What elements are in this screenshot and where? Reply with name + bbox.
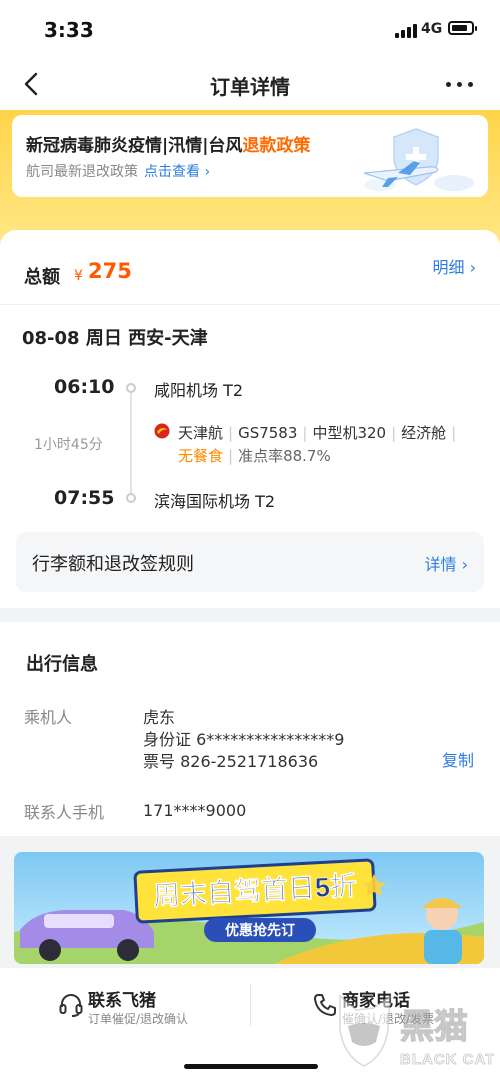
copy-button[interactable]: 复制 — [442, 747, 474, 771]
signal-icon — [395, 24, 417, 38]
travel-info-title: 出行信息 — [26, 654, 98, 675]
refund-policy-link[interactable]: 退款政策 — [242, 136, 310, 156]
flight-extra-line: 无餐食 | 准点率88.7% — [178, 447, 331, 465]
total-label: 总额 — [24, 267, 60, 288]
contact-fliggy-sub: 订单催促/退改确认 — [88, 1012, 189, 1026]
depart-airport: 咸阳机场 T2 — [154, 381, 244, 400]
battery-icon — [448, 21, 477, 35]
notice-subtitle: 航司最新退改政策 点击查看 › — [26, 161, 210, 181]
promo-banner-art: 周末自驾首日5折 优惠抢先订 — [14, 852, 484, 964]
battery-level — [452, 25, 468, 31]
passenger-id: 身份证 6****************9 — [143, 730, 345, 749]
airline-name: 天津航 — [178, 424, 224, 442]
status-time: 3:33 — [44, 18, 94, 42]
on-time-rate: 准点率88.7% — [238, 447, 331, 465]
home-indicator — [184, 1064, 318, 1069]
baggage-rules-label: 行李额和退改签规则 — [32, 554, 194, 575]
black-cat-watermark: 黑猫 BLACK CAT — [339, 994, 494, 1068]
more-dots-icon[interactable] — [446, 82, 474, 88]
headset-icon — [59, 994, 83, 1017]
rules-detail-link[interactable]: 详情 › — [425, 551, 469, 575]
notice-subtitle-text: 航司最新退改政策 — [26, 164, 138, 180]
notice-title: 新冠病毒肺炎疫情|汛情|台风退款政策 — [26, 131, 310, 156]
promo-banner[interactable]: 周末自驾首日5折 优惠抢先订 — [14, 852, 484, 964]
arrive-time: 07:55 — [54, 487, 115, 509]
arrive-dot — [126, 493, 136, 503]
page-title: 订单详情 — [210, 75, 290, 99]
depart-time: 06:10 — [54, 376, 115, 398]
flight-number: GS7583 — [238, 424, 298, 442]
check-details-link[interactable]: 点击查看 › — [144, 164, 210, 180]
passenger-label: 乘机人 — [24, 708, 73, 727]
meal-info: 无餐食 — [178, 447, 224, 465]
total-amount: 275 — [88, 259, 132, 283]
policy-notice-card[interactable]: 新冠病毒肺炎疫情|汛情|台风退款政策 航司最新退改政策 点击查看 › — [12, 115, 488, 197]
svg-text:BLACK CAT: BLACK CAT — [400, 1051, 494, 1068]
notice-title-text: 新冠病毒肺炎疫情|汛情|台风 — [26, 136, 243, 156]
price-detail-link[interactable]: 明细 › — [433, 254, 477, 278]
banner-cta: 优惠抢先订 — [225, 922, 295, 938]
airline-logo-icon — [154, 423, 170, 439]
flight-info-line: 天津航 | GS7583 | 中型机320 | 经济舱 | — [178, 424, 457, 442]
status-bar: 3:33 4G — [0, 0, 500, 58]
baggage-rules-row[interactable]: 行李额和退改签规则 详情 › — [16, 532, 484, 592]
currency-symbol: ¥ — [74, 268, 83, 284]
contact-fliggy-button[interactable]: 联系飞猪 订单催促/退改确认 — [0, 968, 250, 1038]
arrive-airport: 滨海国际机场 T2 — [154, 492, 276, 511]
depart-dot — [126, 383, 136, 393]
flight-date-route: 08-08 周日 西安-天津 — [22, 328, 208, 349]
contact-phone-value: 171****9000 — [143, 801, 247, 820]
travel-info-card: 出行信息 乘机人 虎东 身份证 6****************9 票号 82… — [0, 622, 500, 836]
network-label: 4G — [421, 21, 443, 37]
svg-text:黑猫: 黑猫 — [400, 1008, 468, 1046]
contact-fliggy-label: 联系飞猪 — [88, 991, 156, 1011]
navbar: 订单详情 — [0, 58, 500, 110]
ticket-number: 票号 826-2521718636 — [143, 752, 319, 771]
divider — [0, 304, 500, 305]
order-card: 总额 ¥ 275 明细 › 08-08 周日 西安-天津 06:10 1小时45… — [0, 230, 500, 608]
passenger-name: 虎东 — [143, 708, 176, 727]
contact-phone-label: 联系人手机 — [24, 803, 105, 822]
aircraft-type: 中型机320 — [312, 424, 387, 442]
flight-duration: 1小时45分 — [34, 437, 103, 453]
shield-plane-illustration — [363, 128, 474, 191]
timeline-line — [130, 393, 132, 494]
cabin-class: 经济舱 — [401, 424, 447, 442]
